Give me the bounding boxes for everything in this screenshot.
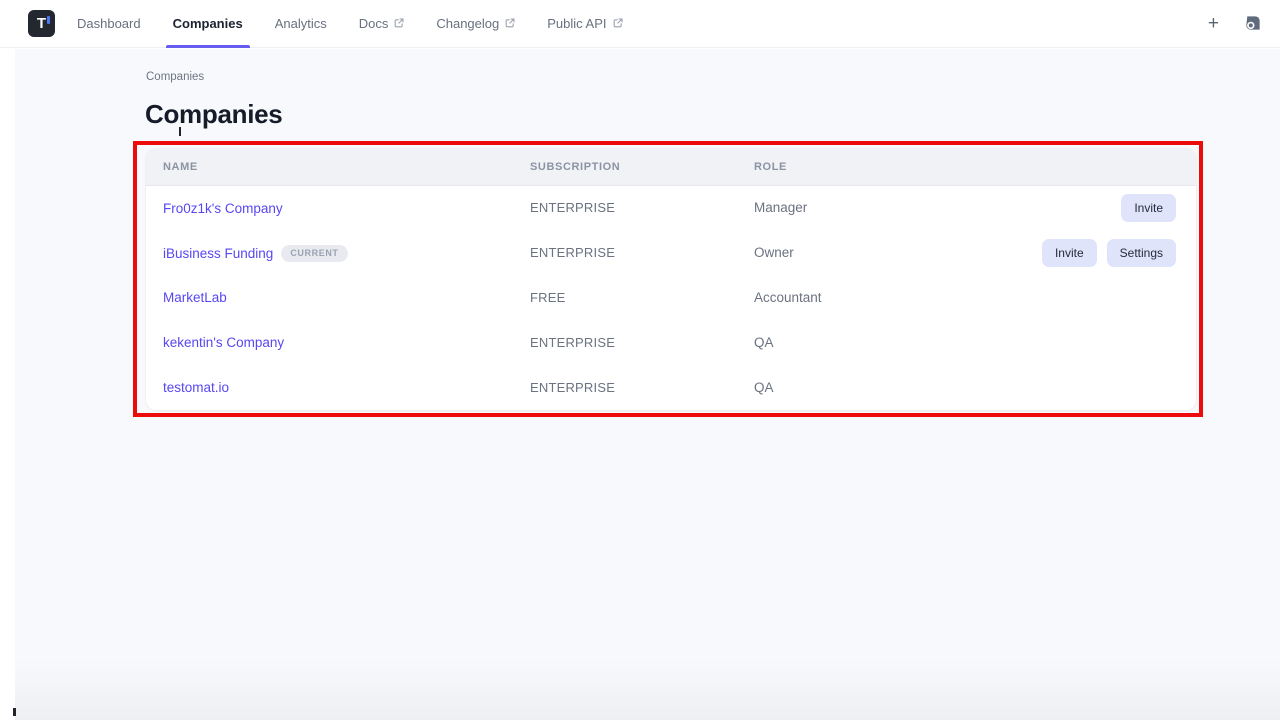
- column-header-subscription: SUBSCRIPTION: [530, 161, 754, 173]
- nav-item-changelog[interactable]: Changelog: [436, 0, 515, 47]
- avatar-icon[interactable]: [1243, 14, 1262, 33]
- page-title: Companies: [145, 99, 282, 130]
- app-root: T Dashboard Companies Analytics Docs Cha…: [0, 0, 1280, 720]
- top-navigation-bar: T Dashboard Companies Analytics Docs Cha…: [0, 0, 1280, 48]
- role-cell: QA: [754, 334, 976, 352]
- main-nav: Dashboard Companies Analytics Docs Chang…: [77, 0, 623, 47]
- subscription-value: ENTERPRISE: [530, 200, 615, 215]
- subscription-value: ENTERPRISE: [530, 335, 615, 350]
- table-row: Fro0z1k's Company ENTERPRISE Manager Inv…: [146, 186, 1196, 231]
- company-name-link[interactable]: testomat.io: [163, 380, 229, 395]
- name-cell: testomat.io: [146, 380, 530, 395]
- nav-item-label: Docs: [359, 16, 389, 31]
- subscription-value: FREE: [530, 290, 565, 305]
- column-header-name: NAME: [146, 161, 530, 173]
- nav-item-label: Dashboard: [77, 16, 141, 31]
- app-logo[interactable]: T: [28, 10, 55, 37]
- company-name-link[interactable]: Fro0z1k's Company: [163, 201, 283, 216]
- row-actions: Invite Settings: [976, 239, 1196, 267]
- name-cell: iBusiness Funding CURRENT: [146, 245, 530, 262]
- topbar-right: +: [1208, 0, 1262, 47]
- role-cell: QA: [754, 379, 976, 397]
- invite-button[interactable]: Invite: [1121, 194, 1176, 222]
- table-header-row: NAME SUBSCRIPTION ROLE: [146, 149, 1196, 186]
- subscription-value: ENTERPRISE: [530, 245, 615, 260]
- column-header-role: ROLE: [754, 161, 976, 173]
- name-cell: MarketLab: [146, 290, 530, 305]
- nav-item-dashboard[interactable]: Dashboard: [77, 0, 141, 47]
- nav-item-label: Changelog: [436, 16, 499, 31]
- breadcrumb[interactable]: Companies: [146, 71, 204, 83]
- plus-icon[interactable]: +: [1208, 14, 1219, 33]
- name-cell: kekentin's Company: [146, 335, 530, 350]
- nav-item-label: Public API: [547, 16, 606, 31]
- company-name-link[interactable]: kekentin's Company: [163, 335, 284, 350]
- companies-table: NAME SUBSCRIPTION ROLE Fro0z1k's Company…: [146, 149, 1196, 410]
- subscription-cell: ENTERPRISE: [530, 379, 754, 397]
- role-cell: Owner: [754, 244, 976, 262]
- company-name-link[interactable]: iBusiness Funding: [163, 246, 273, 261]
- nav-item-label: Companies: [173, 16, 243, 31]
- table-row: MarketLab FREE Accountant: [146, 276, 1196, 321]
- role-value: Manager: [754, 200, 807, 215]
- subscription-cell: FREE: [530, 289, 754, 307]
- subscription-cell: ENTERPRISE: [530, 334, 754, 352]
- content-area: Companies Companies NAME SUBSCRIPTION RO…: [15, 49, 1280, 720]
- logo-accent-mark: [47, 16, 50, 24]
- nav-item-docs[interactable]: Docs: [359, 0, 405, 47]
- role-value: Owner: [754, 245, 794, 260]
- nav-item-label: Analytics: [275, 16, 327, 31]
- external-link-icon: [394, 18, 404, 28]
- settings-button[interactable]: Settings: [1107, 239, 1176, 267]
- role-value: QA: [754, 380, 774, 395]
- nav-item-companies[interactable]: Companies: [173, 0, 243, 47]
- subscription-cell: ENTERPRISE: [530, 199, 754, 217]
- role-cell: Accountant: [754, 289, 976, 307]
- external-link-icon: [613, 18, 623, 28]
- name-cell: Fro0z1k's Company: [146, 201, 530, 216]
- table-row: iBusiness Funding CURRENT ENTERPRISE Own…: [146, 231, 1196, 276]
- invite-button[interactable]: Invite: [1042, 239, 1097, 267]
- companies-table-body: Fro0z1k's Company ENTERPRISE Manager Inv…: [146, 186, 1196, 410]
- nav-item-public-api[interactable]: Public API: [547, 0, 622, 47]
- cursor-artifact: [179, 127, 181, 136]
- nav-item-analytics[interactable]: Analytics: [275, 0, 327, 47]
- logo-letter: T: [37, 15, 46, 32]
- subscription-value: ENTERPRISE: [530, 380, 615, 395]
- external-link-icon: [505, 18, 515, 28]
- subscription-cell: ENTERPRISE: [530, 244, 754, 262]
- cursor-artifact: [13, 708, 16, 716]
- row-actions: Invite: [976, 194, 1196, 222]
- role-value: QA: [754, 335, 774, 350]
- role-cell: Manager: [754, 199, 976, 217]
- role-value: Accountant: [754, 290, 822, 305]
- current-badge: CURRENT: [281, 245, 347, 262]
- table-row: testomat.io ENTERPRISE QA: [146, 365, 1196, 410]
- company-name-link[interactable]: MarketLab: [163, 290, 227, 305]
- table-row: kekentin's Company ENTERPRISE QA: [146, 320, 1196, 365]
